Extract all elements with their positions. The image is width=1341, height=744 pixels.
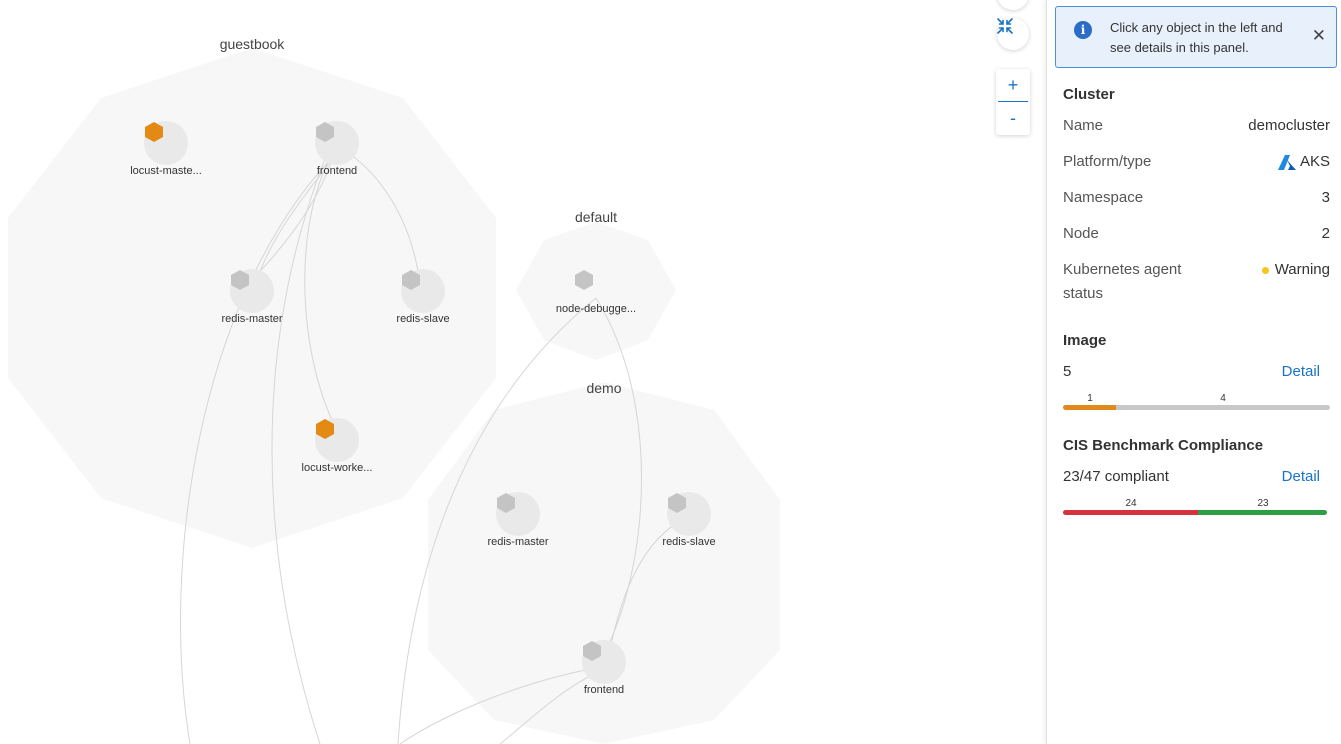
fit-to-screen-button[interactable] [997, 18, 1029, 50]
azure-icon [1277, 154, 1296, 170]
workload-node-locust-worker[interactable] [315, 418, 359, 462]
hexagon-icon [497, 493, 515, 513]
zoom-in-button[interactable]: + [996, 69, 1030, 101]
platform-type-label: Platform/type [1063, 153, 1152, 170]
cis-summary: 23/47 compliant [1063, 468, 1169, 485]
cluster-section-title: Cluster [1063, 86, 1115, 103]
hexagon-icon [583, 641, 601, 661]
platform-type-text: AKS [1299, 153, 1330, 170]
warning-dot-icon [1261, 266, 1269, 274]
topology-graph[interactable]: guestbook default demo locust-maste... f… [0, 0, 1046, 744]
workload-node-redis-master[interactable] [230, 269, 274, 313]
info-icon: i [1074, 21, 1092, 39]
node-label: redis-master [221, 313, 283, 325]
workload-node-redis-slave[interactable] [401, 269, 445, 313]
node-label: node-debugge... [555, 303, 637, 315]
node-label: locust-maste... [130, 165, 202, 177]
namespace-count-label: Namespace [1063, 189, 1144, 206]
bar-segment [1063, 405, 1117, 410]
image-vulnerability-bar [1063, 405, 1330, 410]
image-detail-link[interactable]: Detail [1282, 363, 1320, 380]
cis-section-title: CIS Benchmark Compliance [1063, 437, 1264, 454]
cis-compliance-bar [1063, 510, 1327, 515]
image-bar-label: 1 [1087, 393, 1093, 404]
bar-segment [1116, 405, 1330, 410]
info-banner: i Click any object in the left and see d… [1055, 6, 1337, 68]
hexagon-icon [316, 122, 334, 142]
node-label: redis-master [487, 536, 549, 548]
workload-node-redis-master[interactable] [496, 492, 540, 536]
agent-status-label: Kubernetes agent status [1063, 261, 1182, 302]
hexagon-icon [231, 270, 249, 290]
workload-node-locust-master[interactable] [144, 121, 188, 165]
cis-detail-link[interactable]: Detail [1282, 468, 1320, 485]
namespace-count-value: 3 [1321, 189, 1330, 206]
bar-segment [1063, 510, 1198, 515]
cluster-name-label: Name [1063, 117, 1104, 134]
cis-bar-label: 23 [1257, 498, 1269, 509]
node-label: frontend [316, 165, 358, 177]
node-label: frontend [583, 684, 625, 696]
bar-segment [1197, 510, 1327, 515]
workload-node-frontend[interactable] [315, 121, 359, 165]
cis-bar-label: 24 [1125, 498, 1137, 509]
graph-canvas [8, 48, 780, 744]
image-count: 5 [1063, 363, 1072, 380]
hexagon-icon [145, 122, 163, 142]
image-bar-label: 4 [1220, 393, 1226, 404]
image-section-title: Image [1063, 332, 1107, 349]
zoom-out-button[interactable]: - [996, 102, 1030, 134]
node-label: locust-worke... [301, 462, 373, 474]
node-count-value: 2 [1321, 225, 1330, 242]
close-icon[interactable]: ✕ [1312, 27, 1326, 45]
platform-type-value: AKS [1277, 150, 1330, 174]
workload-node-frontend[interactable] [582, 640, 626, 684]
details-panel: i Click any object in the left and see d… [1046, 0, 1341, 744]
namespace-label-demo: demo [586, 380, 622, 396]
hexagon-icon [668, 493, 686, 513]
hexagon-icon [316, 419, 334, 439]
info-text: Click any object in the left and see det… [1110, 20, 1283, 55]
cluster-name-value: democluster [1248, 117, 1330, 134]
hexagon-icon [575, 270, 593, 290]
node-label: redis-slave [396, 313, 450, 325]
node-count-label: Node [1063, 225, 1099, 242]
agent-status-value: Warning [1261, 258, 1330, 282]
workload-node-redis-slave[interactable] [667, 492, 711, 536]
hexagon-icon [402, 270, 420, 290]
zoom-controls: + - [996, 69, 1030, 135]
agent-status-text: Warning [1274, 261, 1330, 278]
namespace-label-default: default [574, 209, 618, 225]
fit-to-screen-icon [997, 18, 1013, 34]
node-label: redis-slave [662, 536, 716, 548]
namespace-label-guestbook: guestbook [219, 36, 285, 52]
